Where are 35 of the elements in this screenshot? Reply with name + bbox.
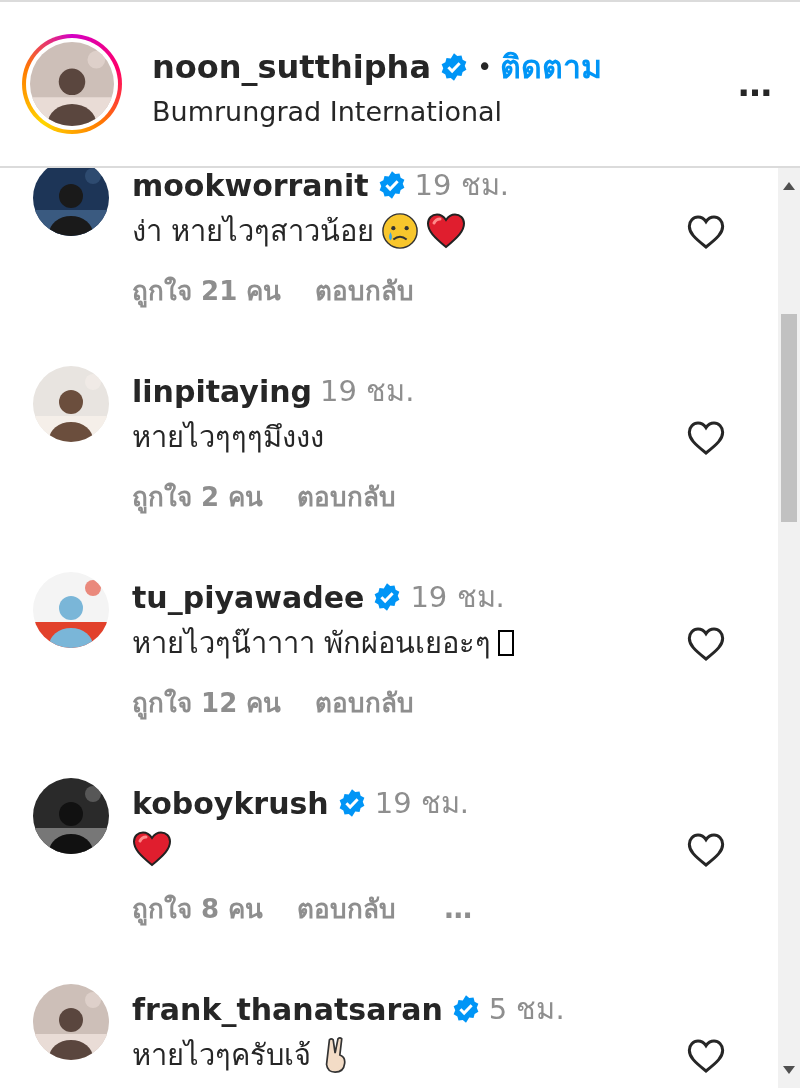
reply-button[interactable]: ตอบกลับ [297,475,397,517]
comment-text: ง่า หายไวๆสาวน้อย [132,213,375,250]
comment-username[interactable]: tu_piyawadee [132,579,365,615]
comment-time: 19 ชม. [320,373,415,410]
comment-username[interactable]: mookworranit [132,168,369,203]
comment-username[interactable]: linpitaying [132,373,312,409]
comment-time: 19 ชม. [414,168,509,204]
heart-icon [426,212,467,250]
reply-button[interactable]: ตอบกลับ [315,681,415,723]
comment-options-button[interactable]: … [444,891,473,925]
likes-count[interactable]: ถูกใจ 21 คน [132,269,282,311]
more-options-button[interactable]: … [732,64,778,104]
follow-button[interactable]: ติดตาม [500,41,603,92]
comment-text: หายไวๆครับเจ้ [132,1037,311,1074]
likes-count[interactable]: ถูกใจ 12 คน [132,681,282,723]
reply-button[interactable]: ตอบกลับ [315,269,415,311]
username[interactable]: noon_sutthipha [152,47,431,86]
likes-count[interactable]: ถูกใจ 2 คน [132,475,264,517]
scroll-up-icon[interactable] [783,182,795,190]
likes-count[interactable]: ถูกใจ 8 คน [132,887,264,929]
comment-time: 19 ชม. [374,785,470,822]
comment-text: หายไวๆน๊าาาา พักผ่อนเยอะๆ [132,625,492,662]
scrollbar-thumb[interactable] [781,314,797,522]
comment-text: หายไวๆๆๆมึงงง [132,419,324,456]
location-link[interactable]: Bumrungrad International [152,96,732,127]
comment-username[interactable]: koboykrush [132,785,329,821]
missing-glyph-icon [497,628,516,658]
scroll-down-icon[interactable] [783,1066,795,1074]
crying-face-icon [380,212,421,250]
heart-icon [132,830,172,868]
comment-time: 19 ชม. [410,579,505,616]
comment-time: 5 ชม. [488,991,565,1028]
comment-username[interactable]: frank_thanatsaran [132,991,443,1027]
reply-button[interactable]: ตอบกลับ [297,887,397,929]
separator-dot: • [477,51,493,82]
